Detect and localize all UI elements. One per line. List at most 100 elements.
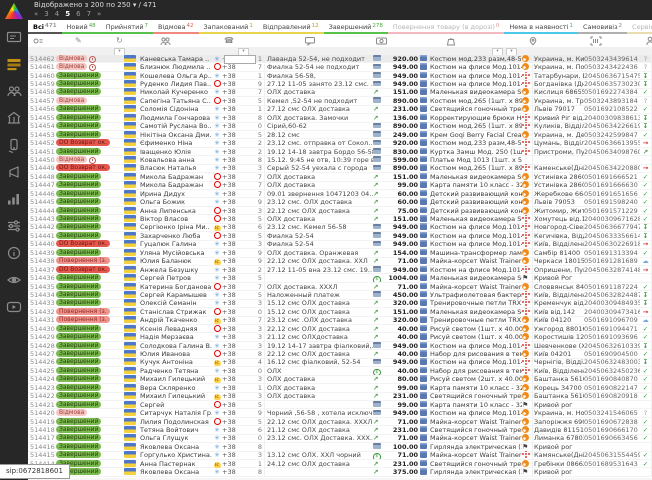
order-status: Завершений (56, 283, 124, 291)
pager-page-button[interactable]: 7 (87, 10, 91, 18)
country-flag (124, 148, 140, 156)
pager-page-button[interactable]: 4 (55, 10, 59, 18)
ukraine-flag-icon (124, 207, 136, 214)
comment-column-icon[interactable] (305, 36, 315, 46)
address-column-icon[interactable] (528, 36, 538, 46)
tracking-column-icon[interactable] (590, 36, 602, 46)
carrier-cell (522, 308, 532, 316)
info-icon[interactable] (6, 245, 22, 261)
status-badge: Завершений (56, 443, 101, 450)
operator-vodafone-icon (214, 401, 221, 408)
carrier-cell (522, 223, 532, 231)
order-id: 514438 (28, 257, 56, 265)
country-flag (124, 283, 140, 291)
carrier-nova-poshta-icon (525, 225, 527, 227)
country-flag (124, 350, 140, 358)
product-box-icon (420, 156, 427, 163)
order-comment: 22.12 смс ОЛХ доставка. ХХХЛ (264, 418, 373, 426)
delivery-mark: ↧ (640, 223, 651, 231)
tab-count: 1 (569, 23, 573, 29)
order-comment: 27.12 11-05 занято 23.12 смс. .. (264, 80, 373, 88)
product-box-icon (420, 460, 427, 467)
client-name: Захарченко Люба (140, 232, 212, 240)
order-id: 514440 (28, 240, 56, 248)
dashboard-icon[interactable] (6, 29, 22, 45)
refresh-column-icon[interactable]: ↻ (116, 36, 123, 45)
delivery-address: Хомутець від.1 (532, 215, 584, 223)
pager-last-button[interactable]: » (97, 10, 101, 18)
pager-page-button[interactable]: 6 (76, 10, 80, 18)
call-count: 9 (250, 257, 264, 265)
product-column-icon[interactable] (446, 36, 456, 46)
payment-type: ↗ (373, 308, 384, 316)
payment-type: ↗ (373, 88, 384, 96)
delivery-address: Баштанка 56101 (532, 375, 584, 383)
clients-icon[interactable] (6, 83, 22, 99)
app-logo-icon[interactable] (5, 3, 23, 19)
payment-card-icon (373, 140, 381, 146)
order-comment: ОЛХ доставка (264, 88, 373, 96)
tab-Завершений[interactable]: Завершений278 (324, 20, 388, 34)
delivery-address: Шевченкове (Х.. (532, 342, 584, 350)
telephony-icon[interactable] (6, 137, 22, 153)
client-phone: +38 (222, 434, 250, 442)
client-name: Кучук Антоніна (140, 358, 212, 366)
order-row[interactable]: 514413ЗавершенийЯковлева Оксана✳+388↗375… (28, 468, 652, 476)
client-column-icon[interactable] (160, 36, 171, 46)
carrier-cell (522, 207, 532, 215)
product-name: Костюм мод.233 разм,48-58 (1.. (430, 139, 522, 147)
carrier-ukrposhta-icon (522, 63, 529, 70)
payment-column-icon[interactable] (376, 36, 387, 46)
shop-icon[interactable] (6, 110, 22, 126)
video-tutorials-icon[interactable] (6, 299, 22, 315)
order-comment: Фиалка 56-58, (264, 72, 373, 80)
product-name: Детский развивающий констру.. (430, 198, 522, 206)
phone-edit-input[interactable] (224, 55, 256, 64)
status-column-icon[interactable]: ✎ (75, 36, 82, 45)
status-badge: Відмова (56, 97, 87, 104)
client-name: Юлия Иванова (140, 350, 212, 358)
order-comment: ОЛХ доставка (264, 215, 373, 223)
manager-column-icon[interactable] (645, 36, 652, 46)
support-icon[interactable] (6, 272, 22, 288)
broadcast-icon[interactable] (6, 164, 22, 180)
tab-Відправлений[interactable]: Відправлений12 (258, 20, 324, 34)
order-id: 514455 (28, 114, 56, 122)
client-phone: +38 (222, 249, 250, 257)
operator-kyivstar-icon: ✳ (214, 249, 219, 257)
tab-Запакований[interactable]: Запакований1 (199, 20, 258, 34)
tab-Прийнятий[interactable]: Прийнятий7 (101, 20, 153, 34)
settings-sliders-icon[interactable] (6, 218, 22, 234)
order-comment: 23.12 смс. ОЛХ Доставка. ХХХ.. (264, 434, 373, 442)
tab-Всі[interactable]: Всі471 (28, 20, 62, 34)
delivery-mark: ? (640, 97, 651, 105)
records-range-label[interactable]: Відображено з 200 по 250 ▾ / 471 (34, 1, 157, 9)
orders-list-icon[interactable] (6, 56, 22, 72)
product-name: Карта памяти 10 класс - 32Гб *1.. (430, 401, 522, 409)
pickup-flag-icon: ⚑ (522, 443, 528, 451)
product-cell-icon (420, 451, 430, 459)
tab-Нема в наявності[interactable]: Нема в наявності1 (504, 20, 578, 34)
tab-Новий[interactable]: Новий48 (62, 20, 101, 34)
tab-Відмова[interactable]: Відмова42 (153, 20, 198, 34)
tab-label: Самовивіз (583, 23, 618, 31)
carrier-cell (522, 434, 532, 442)
id-column-icon[interactable] (33, 36, 43, 46)
phone-column-icon[interactable]: ☎ (224, 36, 234, 45)
pager-page-button[interactable]: 5 (65, 10, 70, 18)
tab-Сервіси[interactable]: Сервіси0 (627, 20, 652, 34)
pager-first-button[interactable]: « (34, 10, 38, 18)
tab-Самовивіз[interactable]: Самовивіз2 (578, 20, 627, 34)
delivery-address: Кременчук від.. (532, 299, 584, 307)
order-status: Завершений (56, 215, 124, 223)
order-id: 514454 (28, 122, 56, 130)
tab-label: Повернення товару (в дорозі) (393, 23, 495, 31)
operator-vodafone-icon (214, 232, 221, 239)
operator-kyivstar-icon: ✳ (214, 409, 219, 417)
statistics-icon[interactable] (6, 191, 22, 207)
tab-Повернення товару (в дорозі)[interactable]: Повернення товару (в дорозі)0 (388, 20, 504, 34)
carrier-nova-poshta-icon (525, 301, 527, 303)
pager-page-button[interactable]: 3 (44, 10, 48, 18)
client-phone: +38 (222, 426, 250, 434)
delivery-address: Новгород-Сівер.. (532, 223, 584, 231)
